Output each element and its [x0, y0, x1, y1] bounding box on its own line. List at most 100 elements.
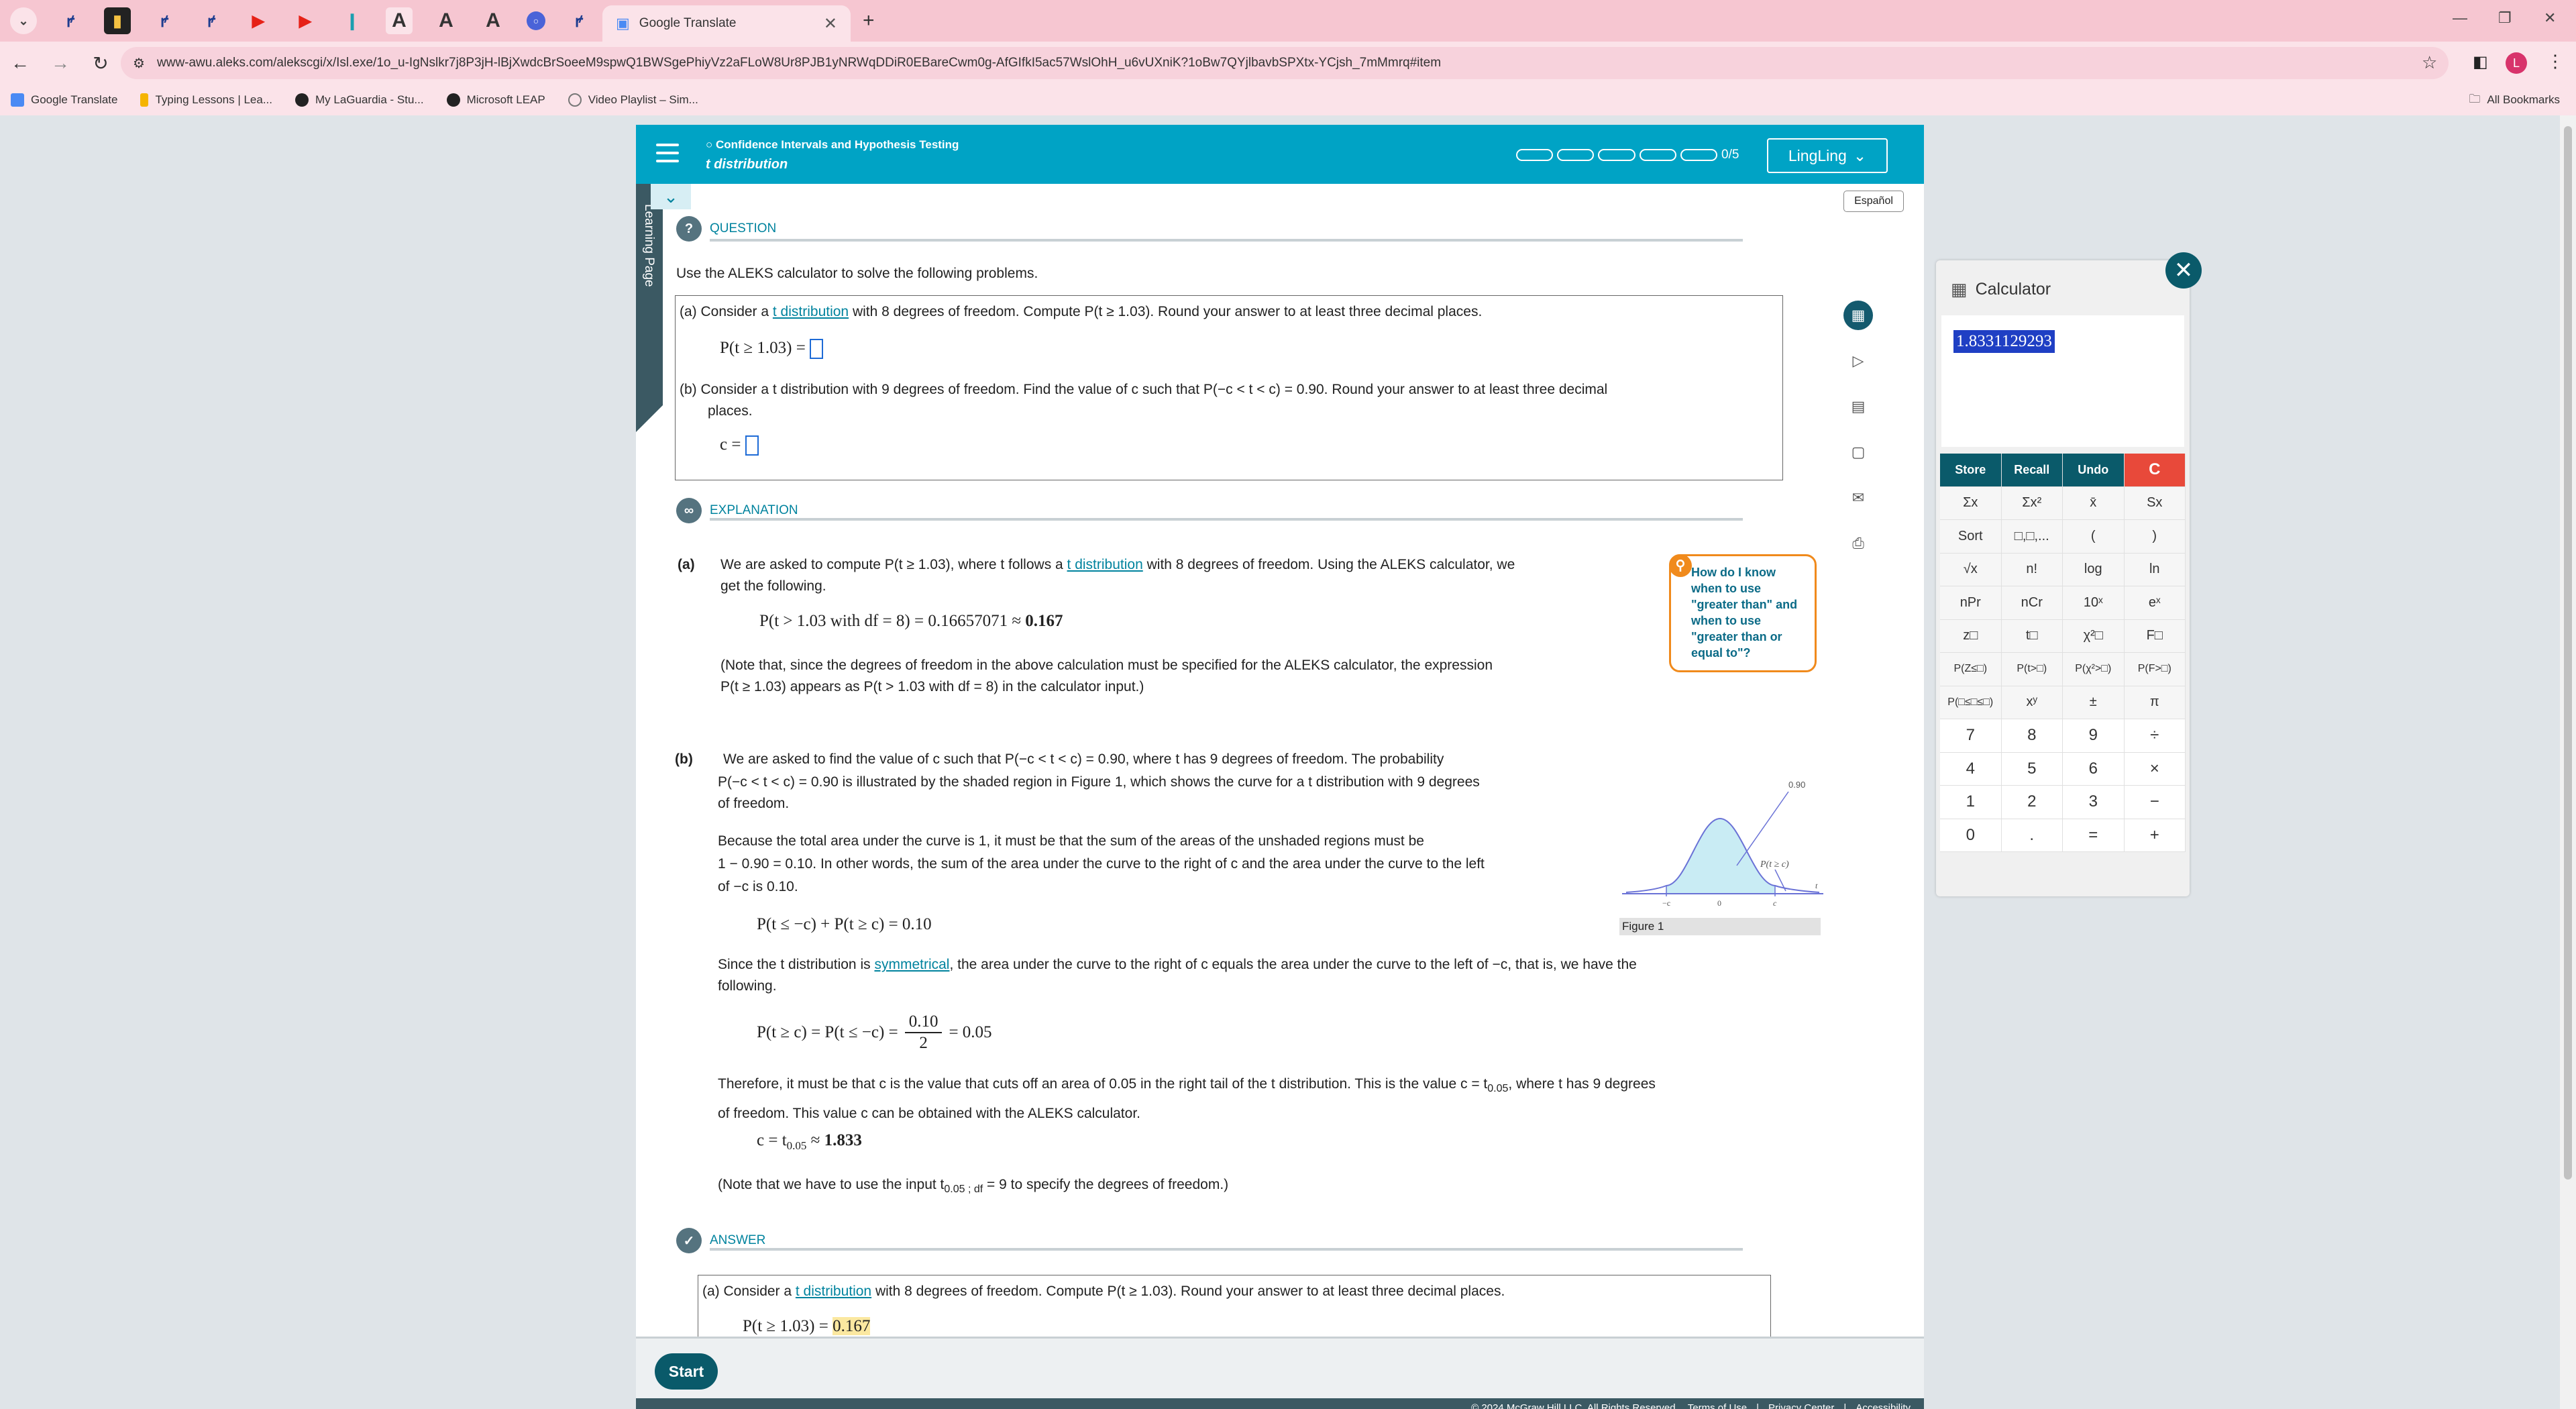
calc-key[interactable]: ÷ [2124, 719, 2186, 753]
calc-key[interactable]: 0 [1940, 819, 2002, 852]
calculator-icon[interactable]: ▦ [1843, 301, 1873, 330]
active-tab[interactable]: ▣ Google Translate ✕ [602, 5, 851, 42]
calc-key[interactable]: nPr [1940, 586, 2002, 620]
calc-key[interactable]: ( [2063, 520, 2125, 554]
calc-key[interactable]: 4 [1940, 752, 2002, 786]
accessibility-link[interactable]: Accessibility [1856, 1402, 1911, 1409]
calc-key[interactable]: n! [2001, 553, 2063, 586]
calc-key[interactable]: C [2124, 454, 2186, 487]
calc-key[interactable]: P(χ²>□) [2063, 653, 2125, 686]
close-icon[interactable]: ✕ [2165, 252, 2202, 289]
calc-key[interactable]: P(F>□) [2124, 653, 2186, 686]
calc-key[interactable]: ) [2124, 520, 2186, 554]
calc-key[interactable]: × [2124, 752, 2186, 786]
calc-key[interactable]: log [2063, 553, 2125, 586]
calc-key[interactable]: nCr [2001, 586, 2063, 620]
calc-key[interactable]: Σx² [2001, 486, 2063, 520]
calc-key[interactable]: π [2124, 686, 2186, 719]
calc-key[interactable]: t□ [2001, 619, 2063, 653]
close-window-icon[interactable]: ✕ [2544, 9, 2556, 27]
calc-key[interactable]: 1 [1940, 786, 2002, 819]
calc-key[interactable]: Recall [2001, 454, 2063, 487]
menu-icon[interactable] [656, 144, 679, 162]
youtube-tab-icon[interactable]: ▶ [245, 7, 272, 34]
calc-key[interactable]: Sx [2124, 486, 2186, 520]
calc-key[interactable]: 10ˣ [2063, 586, 2125, 620]
calc-key[interactable]: = [2063, 819, 2125, 852]
new-tab-icon[interactable]: + [863, 9, 875, 32]
site-info-icon[interactable]: ⚙ [133, 55, 145, 72]
video-icon[interactable]: ▷ [1843, 346, 1873, 376]
t-distribution-link[interactable]: t distribution [1067, 557, 1143, 572]
all-bookmarks[interactable]: 🗀 All Bookmarks [2469, 91, 2560, 110]
calc-key[interactable]: F□ [2124, 619, 2186, 653]
tab-favicon-icon[interactable]: ꝵ [198, 7, 225, 34]
calc-key[interactable]: P(Z≤□) [1940, 653, 2002, 686]
calc-key[interactable]: . [2001, 819, 2063, 852]
youtube-tab-icon[interactable]: ▶ [292, 7, 319, 34]
calc-key[interactable]: √x [1940, 553, 2002, 586]
start-button[interactable]: Start [655, 1353, 718, 1390]
page-scrollbar[interactable] [2560, 115, 2576, 1409]
back-icon[interactable]: ← [0, 52, 40, 74]
tab-favicon-icon[interactable]: A [433, 7, 460, 34]
t-distribution-link[interactable]: t distribution [796, 1284, 871, 1299]
bookmark-item[interactable]: Typing Lessons | Lea... [140, 93, 272, 107]
calc-key[interactable]: xʸ [2001, 686, 2063, 719]
tab-favicon-icon[interactable]: ꝵ [57, 7, 84, 34]
calc-key[interactable]: 9 [2063, 719, 2125, 753]
bookmark-item[interactable]: Microsoft LEAP [446, 93, 545, 107]
calc-key[interactable]: 5 [2001, 752, 2063, 786]
calc-key[interactable]: 3 [2063, 786, 2125, 819]
menu-icon[interactable]: ⋮ [2546, 51, 2564, 72]
calc-key[interactable]: x̄ [2063, 486, 2125, 520]
side-panel-icon[interactable]: ◧ [2473, 52, 2488, 72]
ebook-icon[interactable]: ▢ [1843, 437, 1873, 467]
user-menu-button[interactable]: LingLing ⌄ [1767, 138, 1888, 173]
tab-favicon-icon[interactable]: ▮ [104, 7, 131, 34]
symmetrical-link[interactable]: symmetrical [874, 957, 949, 972]
calc-key[interactable]: eˣ [2124, 586, 2186, 620]
greater-than-tip[interactable]: ⚲ How do I know when to use "greater than… [1669, 554, 1817, 672]
tab-favicon-icon[interactable]: ꝵ [566, 7, 592, 34]
tab-favicon-icon[interactable]: A [386, 7, 413, 34]
tab-favicon-icon[interactable]: ❙ [339, 7, 366, 34]
answer-input-b[interactable] [745, 435, 759, 456]
calc-key[interactable]: ln [2124, 553, 2186, 586]
calc-key[interactable]: + [2124, 819, 2186, 852]
restore-icon[interactable]: ❐ [2498, 9, 2512, 27]
calc-key[interactable]: 8 [2001, 719, 2063, 753]
t-distribution-link[interactable]: t distribution [773, 304, 849, 319]
calc-key[interactable]: − [2124, 786, 2186, 819]
privacy-link[interactable]: Privacy Center [1768, 1402, 1834, 1409]
reload-icon[interactable]: ↻ [80, 52, 121, 74]
minimize-icon[interactable]: — [2453, 9, 2467, 27]
calc-key[interactable]: □,□,... [2001, 520, 2063, 554]
calc-key[interactable]: 7 [1940, 719, 2002, 753]
bookmark-item[interactable]: My LaGuardia - Stu... [295, 93, 424, 107]
tab-favicon-icon[interactable]: ○ [527, 11, 545, 30]
bookmark-item[interactable]: Video Playlist – Sim... [568, 93, 698, 107]
answer-input-a[interactable] [810, 339, 824, 360]
calc-key[interactable]: 2 [2001, 786, 2063, 819]
close-tab-icon[interactable]: ✕ [824, 14, 837, 34]
print-icon[interactable]: ⎙ [1843, 529, 1873, 558]
tab-favicon-icon[interactable]: A [480, 7, 506, 34]
calc-key[interactable]: ± [2063, 686, 2125, 719]
espanol-button[interactable]: Español [1843, 191, 1904, 212]
bookmark-item[interactable]: Google Translate [11, 93, 117, 107]
calc-key[interactable]: P(t>□) [2001, 653, 2063, 686]
calculator-display[interactable]: 1.8331129293 [1941, 315, 2184, 447]
chevron-down-icon[interactable]: ⌄ [651, 184, 691, 209]
calc-key[interactable]: 6 [2063, 752, 2125, 786]
learning-page-tab[interactable]: Learning Page [636, 184, 663, 405]
calc-key[interactable]: χ²□ [2063, 619, 2125, 653]
bookmark-star-icon[interactable]: ☆ [2422, 52, 2437, 73]
calc-key[interactable]: Σx [1940, 486, 2002, 520]
address-bar[interactable]: ⚙ www-awu.aleks.com/alekscgi/x/Isl.exe/1… [121, 47, 2449, 79]
tab-favicon-icon[interactable]: ꝵ [151, 7, 178, 34]
calc-key[interactable]: Undo [2063, 454, 2125, 487]
calc-key[interactable]: P(□≤□≤□) [1940, 686, 2002, 719]
forward-icon[interactable]: → [40, 52, 80, 74]
tab-search-icon[interactable]: ⌄ [10, 7, 37, 34]
